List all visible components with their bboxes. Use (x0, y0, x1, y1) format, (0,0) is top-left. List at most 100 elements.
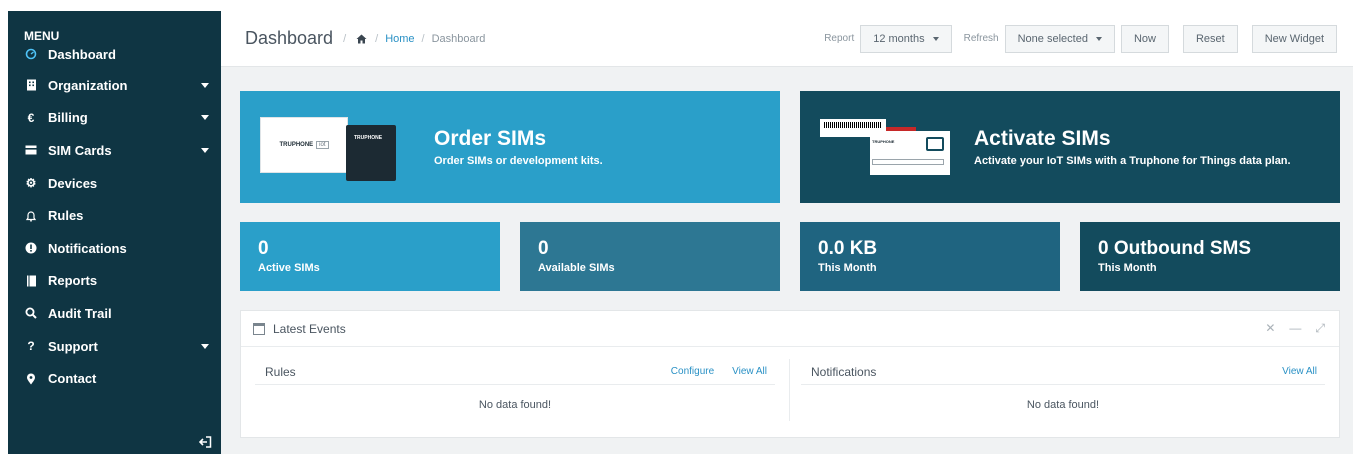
rules-view-all-link[interactable]: View All (732, 366, 767, 377)
rules-title: Rules (265, 364, 296, 379)
sidebar-item-label: Devices (48, 175, 98, 191)
sim-card-icon (24, 143, 38, 157)
activate-sims-title: Activate SIMs (974, 127, 1111, 150)
card-brand-text: TRUPHONE (872, 139, 895, 144)
search-icon (24, 306, 38, 320)
stat-label: Available SIMs (538, 262, 615, 274)
sidebar-item-notifications[interactable]: Notifications (8, 232, 221, 265)
page-title: Dashboard (245, 28, 334, 48)
caret-down-icon (932, 36, 939, 41)
sidebar-item-audit-trail[interactable]: Audit Trail (8, 297, 221, 330)
report-period-value: 12 months (873, 32, 925, 45)
stat-value: 0 Outbound SMS (1098, 238, 1252, 259)
home-icon[interactable] (356, 34, 367, 44)
breadcrumb-separator: / (421, 32, 425, 45)
configure-link[interactable]: Configure (671, 366, 714, 377)
sidebar-item-label: Audit Trail (48, 305, 112, 321)
report-icon (24, 274, 38, 288)
notifications-title: Notifications (811, 364, 877, 379)
sidebar-item-label: Rules (48, 208, 84, 224)
euro-icon: € (27, 110, 35, 125)
alert-icon (24, 241, 38, 255)
calendar-icon (253, 322, 265, 335)
rules-header: Rules Configure View All (255, 359, 775, 385)
stat-value: 0 (538, 238, 549, 259)
notifications-header: Notifications View All (801, 359, 1325, 385)
breadcrumb: / / Home / Dashboard (341, 33, 485, 45)
main-content: Dashboard / / Home / Dashboard Report 12… (221, 11, 1353, 454)
expand-icon[interactable]: ⤢ (1315, 321, 1325, 336)
sidebar-item-label: Notifications (48, 240, 127, 256)
sidebar-item-billing[interactable]: € Billing (8, 102, 221, 135)
sidebar-item-label: Billing (48, 110, 88, 126)
toolbar: Report 12 months Refresh None selected N… (814, 24, 1353, 53)
breadcrumb-home-link[interactable]: Home (385, 33, 414, 45)
notifications-section: Notifications View All No data found! (801, 359, 1325, 425)
stat-value: 0.0 KB (818, 238, 878, 259)
caret-down-icon (201, 343, 209, 349)
refresh-label: Refresh (963, 33, 999, 44)
sidebar-item-label: Dashboard (48, 47, 116, 62)
stat-card-active-sims[interactable]: 0 Active SIMs (240, 222, 500, 291)
refresh-now-button[interactable]: Now (1120, 24, 1169, 53)
stat-card-outbound-sms[interactable]: 0 Outbound SMS This Month (1080, 222, 1340, 291)
stat-card-data-usage[interactable]: 0.0 KB This Month (800, 222, 1060, 291)
menu-title: MENU (24, 29, 60, 43)
notifications-empty-text: No data found! (1026, 399, 1100, 411)
order-sims-title: Order SIMs (434, 127, 547, 150)
sidebar-item-support[interactable]: ? Support (8, 330, 221, 363)
order-sims-banner[interactable]: TRUPHONE iot TRUPHONE Order SIMs Order S… (240, 91, 780, 203)
stat-card-available-sims[interactable]: 0 Available SIMs (520, 222, 780, 291)
stat-value: 0 (258, 238, 269, 259)
activate-sims-banner[interactable]: TRUPHONE Activate SIMs Activate your IoT… (800, 91, 1340, 203)
map-marker-icon (24, 372, 38, 386)
sim-card-image: TRUPHONE iot TRUPHONE (260, 117, 410, 181)
cogs-icon: ⚙ (25, 176, 37, 191)
question-icon: ? (27, 339, 35, 354)
breadcrumb-separator: / (343, 32, 347, 45)
sidebar-item-label: SIM Cards (48, 142, 112, 158)
stat-label: This Month (818, 262, 877, 274)
refresh-interval-value: None selected (1017, 32, 1088, 45)
activate-sims-subtitle: Activate your IoT SIMs with a Truphone f… (974, 155, 1291, 167)
card-iot-tag: iot (316, 141, 329, 149)
collapse-sidebar-icon[interactable] (198, 436, 213, 450)
order-sims-subtitle: Order SIMs or development kits. (434, 155, 603, 167)
building-icon (24, 78, 38, 92)
report-period-dropdown[interactable]: 12 months (860, 24, 952, 53)
sidebar-item-rules[interactable]: Rules (8, 199, 221, 232)
sidebar-item-contact[interactable]: Contact (8, 362, 221, 395)
latest-events-panel: Latest Events ✕ — ⤢ Rules Configure View… (240, 310, 1340, 438)
sidebar-item-label: Organization (48, 77, 128, 93)
sidebar-item-devices[interactable]: ⚙ Devices (8, 167, 221, 200)
sidebar-item-label: Support (48, 338, 98, 354)
breadcrumb-current: Dashboard (431, 32, 486, 45)
minimize-icon[interactable]: — (1289, 321, 1301, 336)
divider (789, 359, 790, 421)
sidebar-item-label: Reports (48, 273, 98, 289)
notifications-view-all-link[interactable]: View All (1282, 366, 1317, 377)
new-widget-button[interactable]: New Widget (1251, 24, 1337, 53)
report-label: Report (824, 33, 855, 44)
bell-icon (24, 209, 38, 223)
rules-empty-text: No data found! (478, 399, 552, 411)
reset-button[interactable]: Reset (1182, 24, 1238, 53)
sidebar-item-organization[interactable]: Organization (8, 69, 221, 102)
stat-label: Active SIMs (258, 262, 320, 274)
sidebar-item-label: Contact (48, 371, 97, 387)
card-brand-text: TRUPHONE (354, 135, 383, 141)
sidebar-item-dashboard[interactable]: Dashboard (8, 47, 221, 69)
card-brand-text: TRUPHONE (279, 142, 314, 148)
refresh-interval-dropdown[interactable]: None selected (1004, 24, 1115, 53)
sidebar-item-sim-cards[interactable]: SIM Cards (8, 134, 221, 167)
sidebar-item-reports[interactable]: Reports (8, 265, 221, 298)
sidebar: MENU Dashboard Organization € Billing SI… (8, 11, 221, 454)
caret-down-icon (1095, 36, 1102, 41)
panel-tools: ✕ — ⤢ (1251, 321, 1339, 336)
sim-card-activation-image: TRUPHONE (820, 117, 950, 177)
stat-label: This Month (1098, 262, 1157, 274)
close-icon[interactable]: ✕ (1265, 321, 1275, 336)
panel-header: Latest Events ✕ — ⤢ (241, 311, 1339, 347)
caret-down-icon (201, 115, 209, 121)
topbar: Dashboard / / Home / Dashboard Report 12… (221, 11, 1353, 67)
